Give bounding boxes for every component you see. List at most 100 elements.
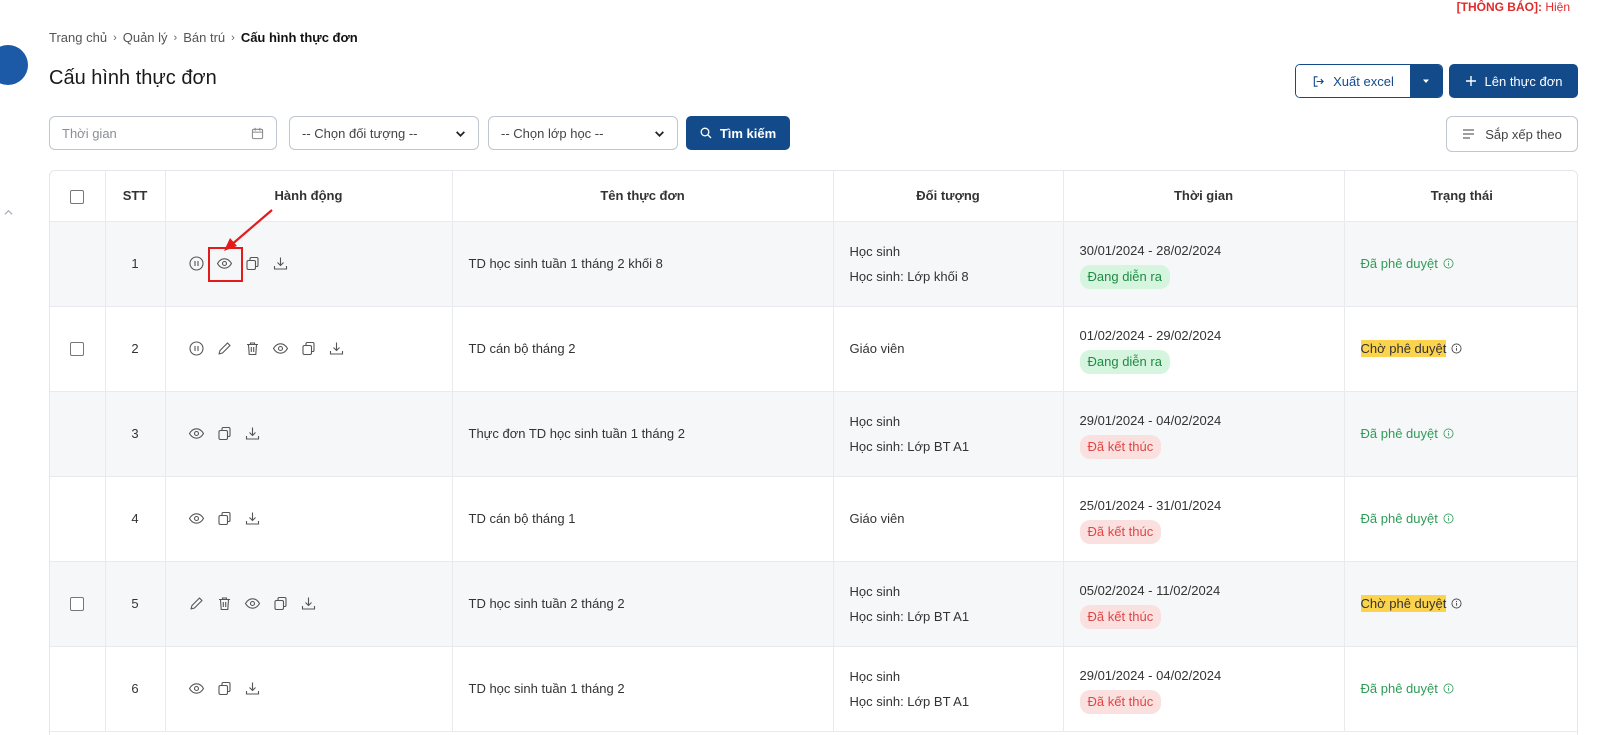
copy-icon[interactable]: [244, 255, 261, 272]
status-label: Đã phê duyệt: [1361, 426, 1454, 441]
export-dropdown-button[interactable]: [1410, 65, 1442, 97]
pause-circle-icon[interactable]: [188, 255, 205, 272]
copy-icon[interactable]: [300, 340, 317, 357]
info-icon[interactable]: [1443, 258, 1454, 269]
row-checkbox[interactable]: [70, 342, 85, 357]
search-button[interactable]: Tìm kiếm: [686, 116, 790, 150]
row-object: Học sinh Học sinh: Lớp BT A1: [833, 561, 1064, 647]
row-object: Giáo viên: [833, 476, 1064, 562]
notice-label: [THÔNG BÁO]:: [1456, 0, 1542, 14]
header-menu-name[interactable]: Tên thực đơn: [452, 171, 834, 222]
object-line: Học sinh: Lớp BT A1: [849, 608, 970, 624]
row-time-range: 29/01/2024 - 04/02/2024: [1079, 668, 1222, 683]
status-label: Chờ phê duyệt: [1360, 595, 1463, 612]
header-object[interactable]: Đối tượng: [833, 171, 1064, 222]
table-row[interactable]: 5 TD học sinh tuần 2 tháng 2 Học sinh Học s…: [50, 561, 1577, 647]
download-icon[interactable]: [244, 425, 261, 442]
row-menu-name: TD cán bộ tháng 2: [452, 306, 834, 392]
header-status[interactable]: Trạng thái: [1344, 171, 1577, 222]
row-stt: 2: [105, 306, 166, 392]
row-actions: [165, 476, 453, 562]
copy-icon[interactable]: [216, 425, 233, 442]
row-checkbox-cell: [50, 476, 106, 562]
search-label: Tìm kiếm: [719, 125, 777, 141]
copy-icon[interactable]: [216, 680, 233, 697]
table-header-row: STT Hành động Tên thực đơn Đối tượng Thờ…: [50, 171, 1577, 222]
row-time: 05/02/2024 - 11/02/2024 Đã kết thúc: [1063, 561, 1345, 647]
status-label: Đã phê duyệt: [1361, 511, 1454, 526]
copy-icon[interactable]: [216, 510, 233, 527]
object-line: Học sinh: [849, 668, 901, 684]
eye-icon[interactable]: [188, 680, 205, 697]
header-time[interactable]: Thời gian: [1063, 171, 1345, 222]
download-icon[interactable]: [300, 595, 317, 612]
object-select[interactable]: -- Chọn đối tượng --: [289, 116, 479, 150]
download-icon[interactable]: [244, 680, 261, 697]
eye-icon[interactable]: [188, 425, 205, 442]
export-excel-group: Xuất excel: [1295, 64, 1443, 98]
sidebar-toggle[interactable]: [0, 45, 28, 85]
notice-value[interactable]: Hiện: [1545, 0, 1570, 14]
class-select[interactable]: -- Chọn lớp học --: [488, 116, 678, 150]
row-checkbox[interactable]: [70, 597, 85, 612]
info-icon[interactable]: [1443, 683, 1454, 694]
info-icon[interactable]: [1443, 513, 1454, 524]
sort-label: Sắp xếp theo: [1485, 126, 1562, 142]
row-actions: [165, 646, 453, 732]
chevron-up-icon[interactable]: [4, 208, 13, 217]
header-checkbox-cell: [50, 171, 106, 222]
download-icon[interactable]: [272, 255, 289, 272]
pause-circle-icon[interactable]: [188, 340, 205, 357]
add-menu-button[interactable]: Lên thực đơn: [1449, 64, 1578, 98]
eye-icon[interactable]: [188, 510, 205, 527]
status-text: Đã phê duyệt: [1360, 256, 1438, 271]
table-row[interactable]: 1 TD học sinh tuần 1 tháng 2 khối 8 Học si…: [50, 221, 1577, 307]
copy-icon[interactable]: [272, 595, 289, 612]
table-row[interactable]: 4 TD cán bộ tháng 1 Giáo viên 25/01/2024 - …: [50, 476, 1577, 562]
pencil-icon[interactable]: [188, 595, 205, 612]
status-text: Đã phê duyệt: [1360, 681, 1438, 696]
breadcrumb-item[interactable]: Bán trú: [183, 30, 225, 45]
chevron-down-icon: [456, 130, 465, 137]
chevron-down-icon: [655, 130, 664, 137]
sort-button[interactable]: Sắp xếp theo: [1446, 116, 1578, 152]
breadcrumb-separator-icon: ›: [173, 31, 178, 44]
status-text: Đã phê duyệt: [1360, 511, 1438, 526]
eye-icon[interactable]: [244, 595, 261, 612]
row-stt: 1: [105, 221, 166, 307]
row-status: Chờ phê duyệt: [1344, 561, 1577, 647]
table-row[interactable]: 2 TD cán bộ tháng 2 Giáo viên 01/02/2024 - …: [50, 306, 1577, 392]
row-status: Chờ phê duyệt: [1344, 306, 1577, 392]
table-row[interactable]: 6 TD học sinh tuần 1 tháng 2 Học sinh Học s…: [50, 646, 1577, 732]
download-icon[interactable]: [328, 340, 345, 357]
date-filter-input[interactable]: Thời gian: [49, 116, 277, 150]
system-notice: [THÔNG BÁO]: Hiện: [1457, 0, 1570, 14]
row-menu-name: TD học sinh tuần 1 tháng 2: [452, 646, 834, 732]
breadcrumb-separator-icon: ›: [231, 31, 235, 44]
row-menu-name: TD học sinh tuần 1 tháng 2 khối 8: [452, 221, 834, 307]
date-filter-placeholder: Thời gian: [62, 125, 117, 141]
export-excel-button[interactable]: Xuất excel: [1296, 65, 1410, 97]
breadcrumb-item[interactable]: Trang chủ: [49, 30, 107, 45]
table-row[interactable]: 3 Thực đơn TD học sinh tuần 1 tháng 2 Học …: [50, 391, 1577, 477]
select-all-checkbox[interactable]: [70, 189, 85, 204]
info-icon[interactable]: [1451, 598, 1462, 609]
row-time: 25/01/2024 - 31/01/2024 Đã kết thúc: [1063, 476, 1345, 562]
header-stt[interactable]: STT: [105, 171, 166, 222]
status-text: Chờ phê duyệt: [1360, 595, 1447, 612]
eye-icon[interactable]: [207, 247, 243, 282]
row-stt: 3: [105, 391, 166, 477]
period-badge: Đã kết thúc: [1079, 435, 1162, 459]
sort-lines-icon: [1463, 129, 1475, 139]
trash-icon[interactable]: [244, 340, 261, 357]
pencil-icon[interactable]: [216, 340, 233, 357]
download-icon[interactable]: [244, 510, 261, 527]
breadcrumb-item[interactable]: Quản lý: [123, 30, 168, 45]
info-icon[interactable]: [1443, 428, 1454, 439]
info-icon[interactable]: [1451, 343, 1462, 354]
eye-icon[interactable]: [272, 340, 289, 357]
object-line: Học sinh: Lớp BT A1: [849, 438, 970, 454]
trash-icon[interactable]: [216, 595, 233, 612]
object-select-value: -- Chọn đối tượng --: [302, 125, 418, 141]
row-checkbox-cell: [50, 221, 106, 307]
